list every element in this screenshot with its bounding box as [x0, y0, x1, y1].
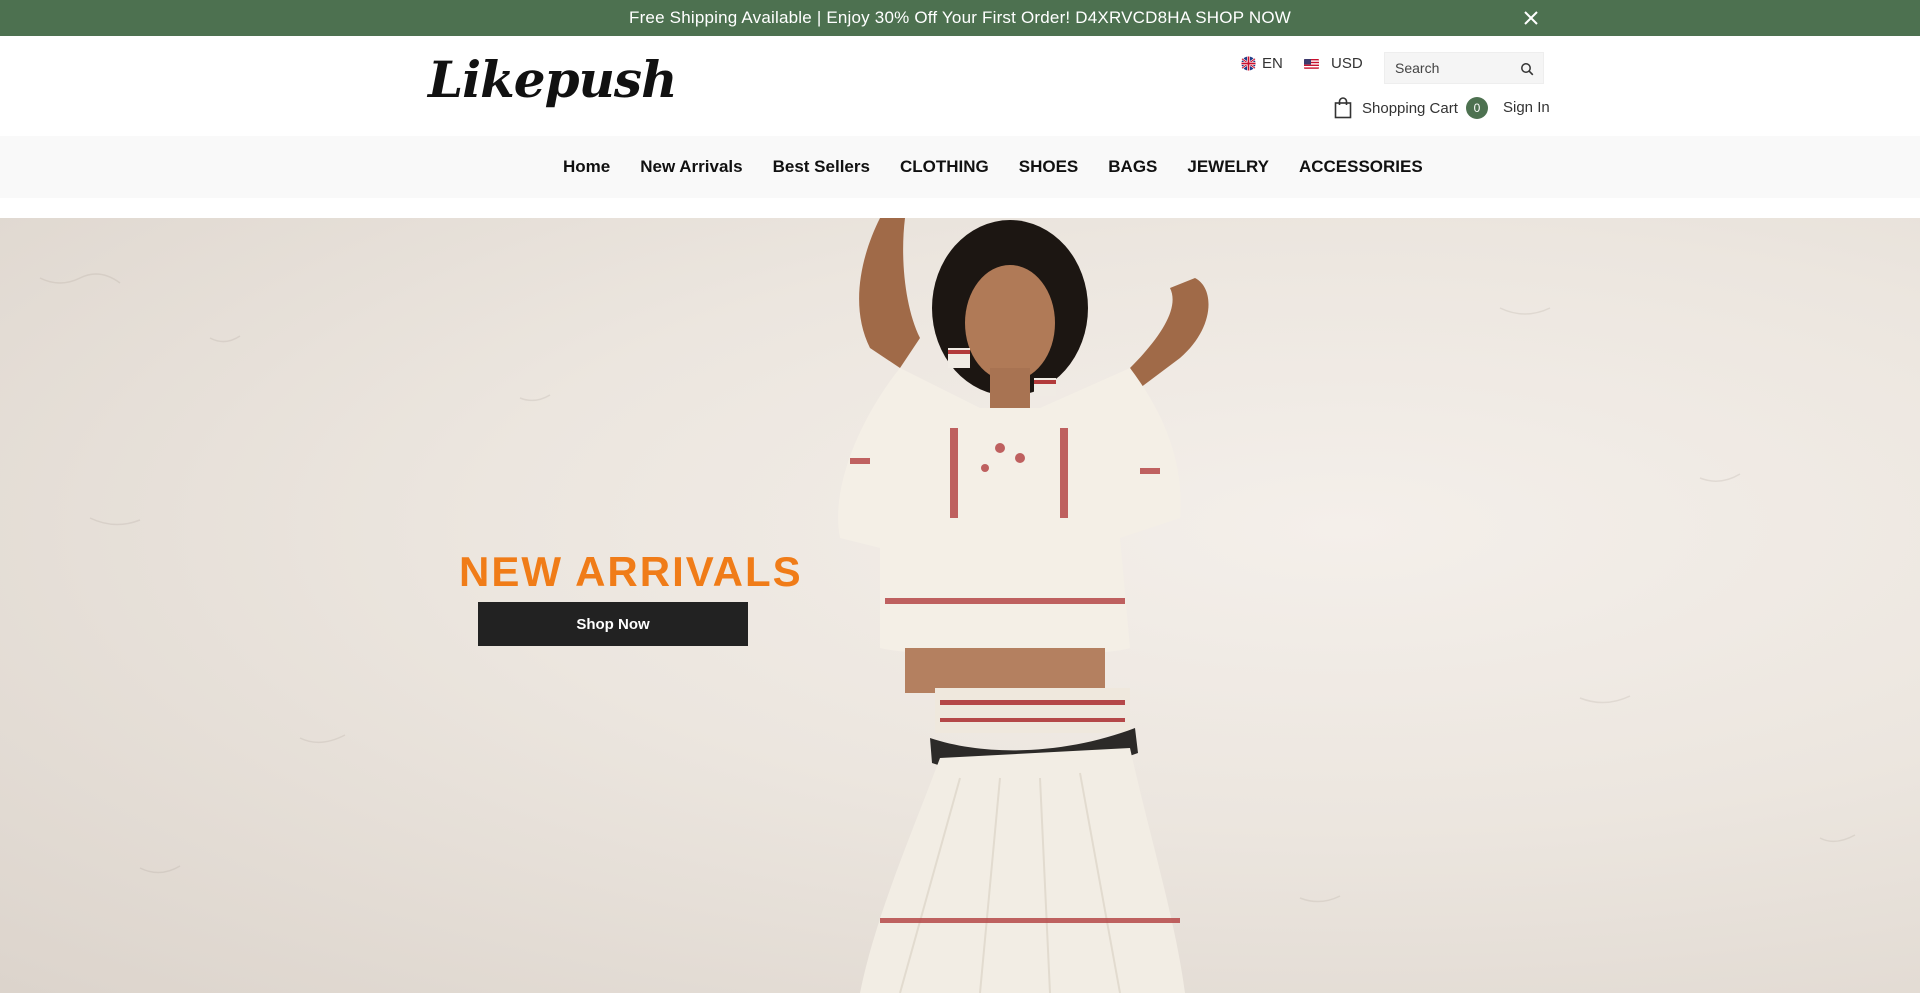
nav-item-bags[interactable]: BAGS: [1108, 157, 1157, 177]
currency-label: USD: [1331, 55, 1363, 72]
logo[interactable]: Likepush: [428, 50, 677, 109]
announcement-text[interactable]: Free Shipping Available | Enjoy 30% Off …: [629, 8, 1291, 28]
us-flag-icon: [1304, 58, 1319, 69]
main-nav: Home New Arrivals Best Sellers CLOTHING …: [0, 136, 1920, 198]
shopping-cart-link[interactable]: Shopping Cart 0: [1334, 97, 1488, 119]
nav-item-shoes[interactable]: SHOES: [1019, 157, 1079, 177]
nav-item-accessories[interactable]: ACCESSORIES: [1299, 157, 1423, 177]
hero-title: NEW ARRIVALS: [459, 548, 803, 595]
language-label: EN: [1262, 55, 1283, 72]
search-box: [1384, 52, 1544, 84]
hero-banner[interactable]: NEW ARRIVALS Shop Now: [0, 218, 1920, 993]
sign-in-link[interactable]: Sign In: [1503, 99, 1550, 116]
language-selector[interactable]: EN: [1241, 55, 1283, 72]
nav-item-jewelry[interactable]: JEWELRY: [1187, 157, 1269, 177]
nav-item-home[interactable]: Home: [563, 157, 610, 177]
nav-item-new-arrivals[interactable]: New Arrivals: [640, 157, 742, 177]
shopping-bag-icon: [1334, 97, 1352, 119]
shop-now-button[interactable]: Shop Now: [478, 602, 748, 646]
site-header: Likepush EN USD Search Shopping Cart 0 S…: [0, 36, 1920, 136]
search-input[interactable]: [1385, 60, 1515, 76]
hero-model-image: [39, 218, 1856, 993]
cart-count-badge: 0: [1465, 97, 1488, 119]
nav-item-best-sellers[interactable]: Best Sellers: [773, 157, 870, 177]
nav-item-clothing[interactable]: CLOTHING: [900, 157, 989, 177]
close-icon[interactable]: [1520, 7, 1542, 29]
search-icon[interactable]: [1520, 62, 1534, 76]
currency-selector[interactable]: USD: [1304, 55, 1363, 72]
announcement-bar: Free Shipping Available | Enjoy 30% Off …: [0, 0, 1920, 36]
cart-label: Shopping Cart: [1362, 99, 1458, 117]
uk-flag-icon: [1241, 56, 1256, 71]
